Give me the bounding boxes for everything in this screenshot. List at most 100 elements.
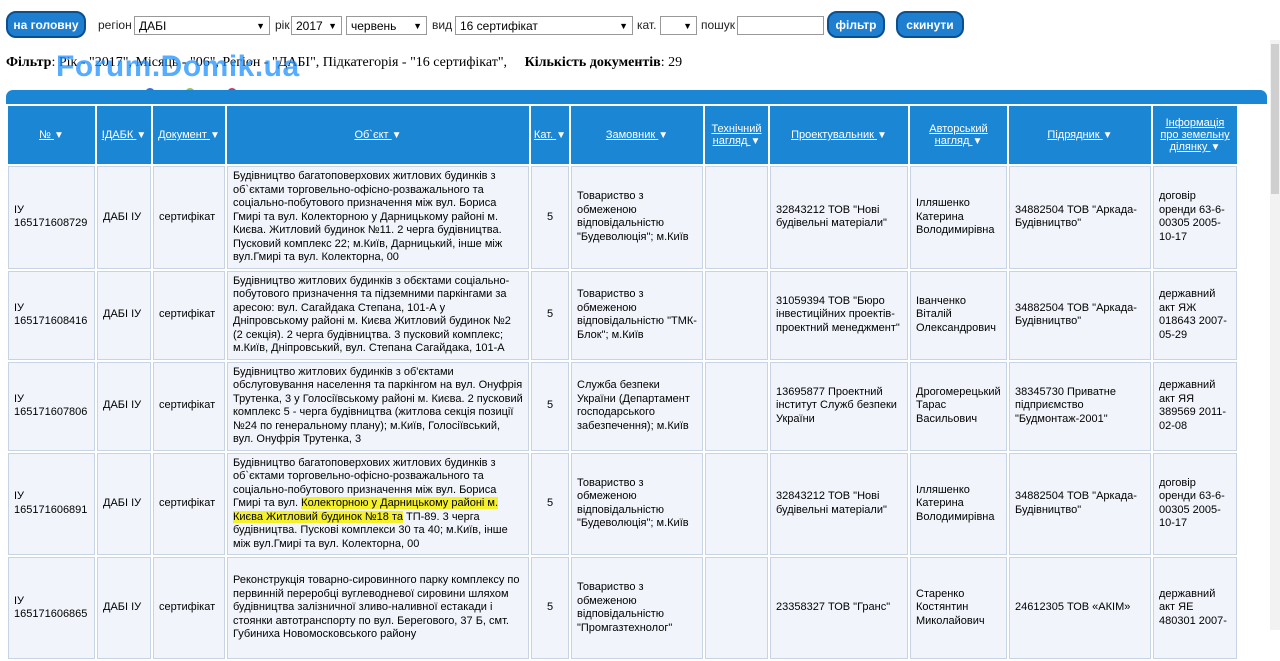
cell-num: ІУ 165171607806 xyxy=(8,361,95,451)
sort-arrow-icon: ▼ xyxy=(136,130,147,141)
highlighted-text: Києва Житловий будинок №18 та xyxy=(233,510,403,523)
cell-category: 5 xyxy=(531,270,569,360)
table-top-bar xyxy=(6,90,1267,104)
chevron-down-icon: ▼ xyxy=(683,20,692,31)
chevron-down-icon: ▼ xyxy=(413,20,422,31)
cell-tech-supervision xyxy=(705,557,768,659)
cell-tech-supervision xyxy=(705,452,768,555)
sort-arrow-icon: ▼ xyxy=(972,136,983,147)
cell-author-supervision: Старенко Костянтин Миколайович xyxy=(910,557,1007,659)
col-header-object[interactable]: Об`єкт ▼ xyxy=(227,106,529,164)
table-row: ІУ 165171606891 ДАБІ ІУ сертифікат Будів… xyxy=(8,452,1237,555)
documents-table: № ▼ ІДАБК ▼ Документ ▼ Об`єкт ▼ Кат. ▼ З… xyxy=(6,104,1239,661)
cell-land-info: державний акт ЯЖ 018643 2007-05-29 xyxy=(1153,270,1237,360)
sort-arrow-icon: ▼ xyxy=(658,130,669,141)
cell-tech-supervision xyxy=(705,166,768,269)
cell-customer: Товариство з обмеженою відповідальністю … xyxy=(571,166,703,269)
col-header-document[interactable]: Документ ▼ xyxy=(153,106,225,164)
cell-object: Будівництво житлових будинків з об'єктам… xyxy=(227,361,529,451)
month-select[interactable]: червень ▼ xyxy=(346,16,427,35)
count-value: : 29 xyxy=(660,55,683,70)
cell-idabk: ДАБІ ІУ xyxy=(97,270,151,360)
cell-num: ІУ 165171606865 xyxy=(8,557,95,659)
col-header-land-info[interactable]: Інформація про земельну ділянку ▼ xyxy=(1153,106,1237,164)
cell-author-supervision: Ілляшенко Катерина Володимирівна xyxy=(910,452,1007,555)
home-button[interactable]: на головну xyxy=(6,11,86,38)
chevron-down-icon: ▼ xyxy=(619,20,628,31)
cell-num: ІУ 165171608729 xyxy=(8,166,95,269)
cell-document: сертифікат xyxy=(153,166,225,269)
table-row: ІУ 165171607806 ДАБІ ІУ сертифікат Будів… xyxy=(8,361,1237,451)
cell-object: Будівництво житлових будинків з обєктами… xyxy=(227,270,529,360)
scrollbar-thumb[interactable] xyxy=(1271,44,1279,194)
cell-land-info: договір оренди 63-6-00305 2005-10-17 xyxy=(1153,166,1237,269)
sort-arrow-icon: ▼ xyxy=(53,130,64,141)
sort-arrow-icon: ▼ xyxy=(750,136,761,147)
month-select-value: червень xyxy=(351,18,397,33)
table-row: ІУ 165171608416 ДАБІ ІУ сертифікат Будів… xyxy=(8,270,1237,360)
cell-customer: Товариство з обмеженою відповідальністю … xyxy=(571,452,703,555)
cell-idabk: ДАБІ ІУ xyxy=(97,452,151,555)
region-label: регіон xyxy=(98,18,132,32)
sort-arrow-icon: ▼ xyxy=(877,130,887,141)
cell-num: ІУ 165171608416 xyxy=(8,270,95,360)
col-header-author-supervision[interactable]: Авторський нагляд ▼ xyxy=(910,106,1007,164)
region-select[interactable]: ДАБІ ▼ xyxy=(134,16,270,35)
highlighted-text: Колекторною у Дарницькому районі м. xyxy=(301,497,499,509)
cell-category: 5 xyxy=(531,557,569,659)
type-label: вид xyxy=(432,18,453,32)
chevron-down-icon: ▼ xyxy=(328,20,337,31)
cell-designer: 31059394 ТОВ "Бюро інвестиційних проекті… xyxy=(770,270,908,360)
sort-arrow-icon: ▼ xyxy=(391,130,402,141)
year-select[interactable]: 2017 ▼ xyxy=(291,16,342,35)
watermark: Forum.Domik.ua xyxy=(56,50,300,83)
cell-customer: Товариство з обмеженою відповідальністю … xyxy=(571,557,703,659)
count-label: Кількість документів xyxy=(524,55,661,70)
cell-land-info: державний акт ЯЯ 389569 2011-02-08 xyxy=(1153,361,1237,451)
vertical-scrollbar[interactable] xyxy=(1270,40,1280,630)
year-select-value: 2017 xyxy=(296,18,323,33)
cell-designer: 32843212 ТОВ "Нові будівельні матеріали" xyxy=(770,452,908,555)
search-input[interactable] xyxy=(737,16,824,35)
col-header-tech-supervision[interactable]: Технічний нагляд ▼ xyxy=(705,106,768,164)
cell-contractor: 38345730 Приватне підприємство "Будмонта… xyxy=(1009,361,1151,451)
col-header-idabk[interactable]: ІДАБК ▼ xyxy=(97,106,151,164)
cell-category: 5 xyxy=(531,361,569,451)
cell-contractor: 34882504 ТОВ "Аркада-Будівництво" xyxy=(1009,270,1151,360)
table-header-row: № ▼ ІДАБК ▼ Документ ▼ Об`єкт ▼ Кат. ▼ З… xyxy=(8,106,1237,164)
cell-category: 5 xyxy=(531,452,569,555)
cell-tech-supervision xyxy=(705,361,768,451)
cell-customer: Служба безпеки України (Департамент госп… xyxy=(571,361,703,451)
reset-button[interactable]: скинути xyxy=(896,11,964,38)
search-label: пошук xyxy=(701,18,736,32)
category-select[interactable]: ▼ xyxy=(660,16,697,35)
cell-author-supervision: Ілляшенко Катерина Володимирівна xyxy=(910,166,1007,269)
cell-contractor: 34882504 ТОВ "Аркада-Будівництво" xyxy=(1009,166,1151,269)
cell-category: 5 xyxy=(531,166,569,269)
category-label: кат. xyxy=(637,18,657,32)
cell-document: сертифікат xyxy=(153,452,225,555)
col-header-category[interactable]: Кат. ▼ xyxy=(531,106,569,164)
cell-tech-supervision xyxy=(705,270,768,360)
cell-designer: 23358327 ТОВ "Гранс" xyxy=(770,557,908,659)
sort-arrow-icon: ▼ xyxy=(556,130,567,141)
cell-document: сертифікат xyxy=(153,270,225,360)
filter-toolbar: на головну регіон ДАБІ ▼ рік 2017 ▼ червен… xyxy=(0,0,1280,46)
cell-customer: Товариство з обмеженою відповідальністю … xyxy=(571,270,703,360)
filter-button[interactable]: фільтр xyxy=(827,11,885,38)
cell-land-info: договір оренди 63-6-00305 2005-10-17 xyxy=(1153,452,1237,555)
chevron-down-icon: ▼ xyxy=(256,20,265,31)
type-select[interactable]: 16 сертифікат ▼ xyxy=(455,16,633,35)
cell-contractor: 34882504 ТОВ "Аркада-Будівництво" xyxy=(1009,452,1151,555)
col-header-contractor[interactable]: Підрядник ▼ xyxy=(1009,106,1151,164)
cell-author-supervision: Іванченко Віталій Олександрович xyxy=(910,270,1007,360)
col-header-designer[interactable]: Проектувальник ▼ xyxy=(770,106,908,164)
col-header-customer[interactable]: Замовник ▼ xyxy=(571,106,703,164)
cell-designer: 13695877 Проектний інститут Служб безпек… xyxy=(770,361,908,451)
sort-arrow-icon: ▼ xyxy=(1102,130,1113,141)
col-header-num[interactable]: № ▼ xyxy=(8,106,95,164)
region-select-value: ДАБІ xyxy=(139,18,167,33)
cell-designer: 32843212 ТОВ "Нові будівельні матеріали" xyxy=(770,166,908,269)
cell-idabk: ДАБІ ІУ xyxy=(97,166,151,269)
sort-arrow-icon: ▼ xyxy=(209,130,220,141)
